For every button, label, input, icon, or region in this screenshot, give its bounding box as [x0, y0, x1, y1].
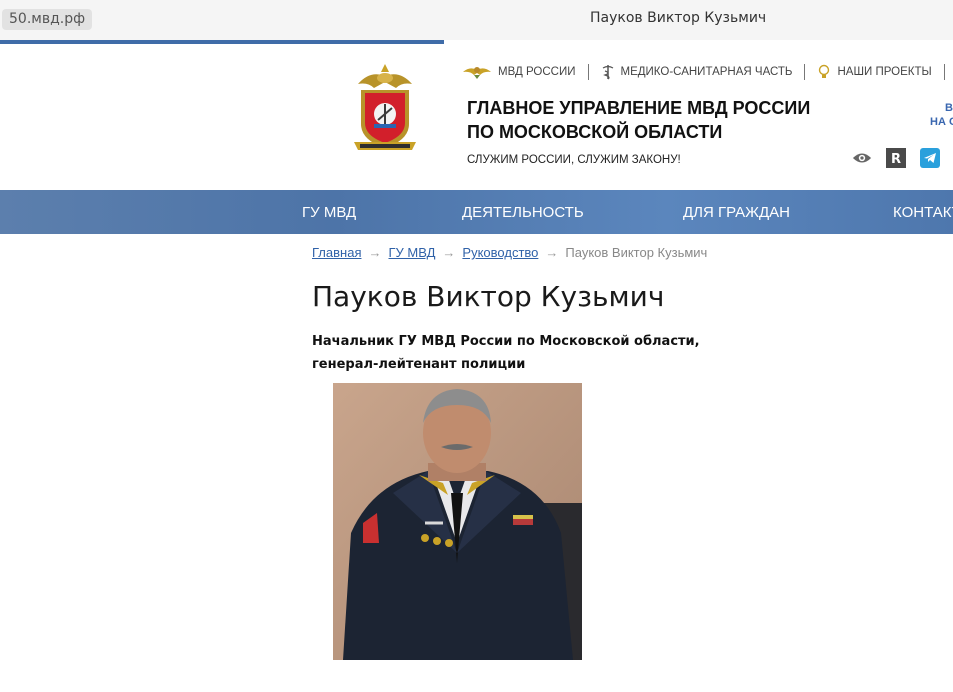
link-medical-unit-label: МЕДИКО-САНИТАРНАЯ ЧАСТЬ — [620, 66, 793, 78]
organization-name-line2: ПО МОСКОВСКОЙ ОБЛАСТИ — [467, 122, 723, 142]
page-load-progress — [0, 40, 444, 44]
position-line2: генерал-лейтенант полиции — [312, 357, 526, 372]
breadcrumb-gu-mvd[interactable]: ГУ МВД — [388, 245, 435, 260]
browser-tab-bar: 50.мвд.рф Пауков Виктор Кузьмич — [0, 0, 953, 40]
eagle-icon — [463, 67, 491, 79]
breadcrumb: Главная → ГУ МВД → Руководство → Пауков Виктор… — [312, 245, 707, 260]
position-description: Начальник ГУ МВД России по Московской об… — [312, 330, 700, 376]
lightbulb-icon — [819, 64, 830, 78]
top-links-divider — [804, 64, 806, 80]
nav-for-citizens[interactable]: ДЛЯ ГРАЖДАН — [683, 204, 790, 221]
official-portrait-photo — [333, 383, 582, 660]
eye-icon[interactable] — [852, 148, 872, 168]
caduceus-icon — [602, 65, 613, 80]
cut-off-header-link-line1: В — [945, 102, 953, 114]
address-bar-url[interactable]: 50.мвд.рф — [2, 9, 93, 30]
top-links: МВД РОССИИ МЕДИКО-САНИТАРНАЯ ЧАСТЬ НАШИ … — [462, 62, 953, 82]
breadcrumb-leadership[interactable]: Руководство — [462, 245, 538, 260]
organization-name-line1: ГЛАВНОЕ УПРАВЛЕНИЕ МВД РОССИИ — [467, 98, 811, 118]
link-our-projects[interactable]: НАШИ ПРОЕКТЫ — [817, 64, 932, 80]
breadcrumb-separator: → — [545, 245, 559, 260]
link-medical-unit[interactable]: МЕДИКО-САНИТАРНАЯ ЧАСТЬ — [601, 64, 793, 80]
breadcrumb-home[interactable]: Главная — [312, 245, 361, 260]
motto: СЛУЖИМ РОССИИ, СЛУЖИМ ЗАКОНУ! — [467, 154, 681, 166]
organization-name[interactable]: ГЛАВНОЕ УПРАВЛЕНИЕ МВД РОССИИ ПО МОСКОВС… — [467, 96, 810, 144]
link-mvd-russia-label: МВД РОССИИ — [498, 66, 576, 78]
link-mvd-russia[interactable]: МВД РОССИИ — [462, 64, 576, 80]
moscow-region-police-emblem[interactable] — [352, 62, 418, 156]
breadcrumb-separator: → — [442, 245, 456, 260]
nav-contacts[interactable]: КОНТАКТ — [893, 204, 953, 221]
cut-off-header-link-line2: НА С — [930, 116, 953, 128]
svg-text:R: R — [891, 152, 901, 167]
cut-off-header-link[interactable]: В НА С — [930, 101, 953, 129]
breadcrumb-separator: → — [368, 245, 382, 260]
nav-activity[interactable]: ДЕЯТЕЛЬНОСТЬ — [462, 204, 584, 221]
top-links-divider — [943, 64, 945, 80]
tab-title[interactable]: Пауков Виктор Кузьмич — [590, 10, 766, 26]
link-our-projects-label: НАШИ ПРОЕКТЫ — [837, 66, 932, 78]
nav-gu-mvd[interactable]: ГУ МВД — [302, 204, 356, 221]
main-navigation: ГУ МВД ДЕЯТЕЛЬНОСТЬ ДЛЯ ГРАЖДАН КОНТАКТ — [0, 190, 953, 234]
telegram-icon[interactable] — [920, 148, 940, 168]
position-line1: Начальник ГУ МВД России по Московской об… — [312, 334, 700, 349]
top-links-divider — [587, 64, 589, 80]
r-icon[interactable]: R — [886, 148, 906, 168]
breadcrumb-current: Пауков Виктор Кузьмич — [565, 245, 708, 260]
header-tools: R — [852, 148, 940, 168]
page-title: Пауков Виктор Кузьмич — [312, 280, 665, 313]
